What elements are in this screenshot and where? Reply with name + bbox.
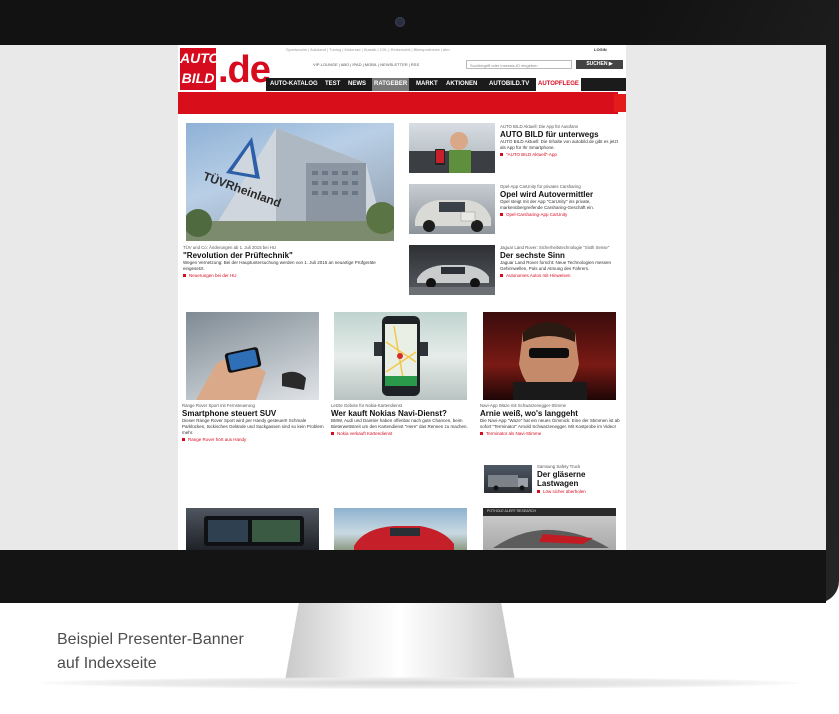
red-car-graphic [354,526,454,550]
camera-icon [395,17,405,27]
caption: Beispiel Presenter-Banner auf Indexseite [57,628,244,676]
monitor-screen: AUTO BILD .de Sportwoche | Autoland | Tu… [0,45,826,550]
nav-autobild-tv[interactable]: AUTOBILD.TV [489,78,529,91]
jaguar-car-graphic [409,265,495,295]
article-link[interactable]: Löw sicher überholen [537,489,623,495]
logo-de: .de [218,49,271,91]
main-nav: AUTO-KATALOG TEST NEWS RATGEBER MARKT AK… [266,78,626,91]
pothole-article-image[interactable]: POTHOLE ALERT RESEARCH [483,508,616,550]
article-link[interactable]: Opel-Carsharing-App CarUnity [500,212,624,218]
article-link[interactable]: "AUTO BILD Aktuell"-App [500,152,624,158]
article-link[interactable]: Terminator als Navi-Stimme [480,431,624,437]
terminator-graphic [513,322,587,400]
monitor-chin [0,550,826,603]
webpage: AUTO BILD .de Sportwoche | Autoland | Tu… [178,45,626,550]
article-teaser: Die Navi-App "Waze" hat ein neues Gimmic… [480,418,620,429]
article-link[interactable]: Nokia verkauft Kartendienst [331,431,473,437]
article-teaser: Dieser Range Rover Sport wird per Handy … [182,418,324,435]
app-article[interactable]: AUTO BILD Aktuell: Die App für Autofans … [500,124,624,158]
monitor-stand [285,603,515,681]
nav-ratgeber[interactable]: RATGEBER [372,78,410,91]
smartphone-map-graphic [374,316,428,396]
article-headline[interactable]: Wer kauft Nokias Navi-Dienst? [331,409,473,418]
caption-line-2: auf Indexseite [57,655,157,672]
opel-article[interactable]: Opel-App CarUnity für privates Carsharin… [500,184,624,218]
article-teaser: BMW, Audi und Daimler haben offenbar nac… [331,418,468,429]
arnie-article[interactable]: Navi-App Waze mit Schwarzenegger-Stimme … [480,403,624,437]
search-input[interactable]: Suchbegriff oder Inserats-ID eingeben [466,60,572,69]
article-headline[interactable]: Der sechste Sinn [500,251,624,260]
logo-auto-bild: AUTO BILD [180,48,219,90]
rangerover-article-image[interactable] [186,312,319,400]
article-headline[interactable]: Der gläserne Lastwagen [537,470,623,488]
article-link[interactable]: Neuerungen bei der HU [183,273,398,279]
jaguar-article-image[interactable] [409,245,495,295]
rangerover-article[interactable]: Range Rover Sport mit Fernsteuerung Smar… [182,403,324,443]
article-headline[interactable]: "Revolution der Prüftechnik" [183,251,398,260]
nokia-article[interactable]: Letzte Gebote für Nokia-Kartendienst Wer… [331,403,473,437]
nokia-article-image[interactable] [334,312,467,400]
nav-autopflege[interactable]: AUTOPFLEGE [536,78,581,91]
car-display-graphic [204,516,304,546]
login-link[interactable]: LOGIN [594,47,607,52]
article-link[interactable]: Autonomes Autos mit Hinweisen [500,273,624,279]
hand-with-phone-graphic [196,347,306,400]
nav-aktionen[interactable]: AKTIONEN [446,78,477,91]
service-links[interactable]: VIP-LOUNGE | ABO | IPAD | MOBIL | NEWSLE… [313,62,419,67]
pothole-image-text: POTHOLE ALERT RESEARCH [487,509,537,513]
article-headline[interactable]: Arnie weiß, wo's langgeht [480,409,624,418]
app-article-image[interactable] [409,123,495,173]
main-article-image[interactable]: TÜVRheinland [186,123,394,241]
article-headline[interactable]: Smartphone steuert SUV [182,409,324,418]
presenter-banner[interactable] [178,92,618,114]
article-teaser: Opel steigt mit der App "CarUnity" ins p… [500,199,595,210]
nav-test[interactable]: TEST [325,78,340,91]
truck-article-image[interactable] [484,465,532,493]
search-button[interactable]: SUCHEN ▶ [576,60,623,69]
caption-line-1: Beispiel Presenter-Banner [57,631,244,648]
presenter-banner-tail [614,94,626,112]
opel-car-graphic [415,200,491,232]
red-car-article-image[interactable] [334,508,467,550]
article-teaser: Jaguar Land Rover forscht: Neue Technolo… [500,260,611,271]
nav-auto-katalog[interactable]: AUTO-KATALOG [270,78,318,91]
article-link[interactable]: Range Rover hört aus Handy [182,437,324,443]
arnie-article-image[interactable] [483,312,616,400]
pothole-graphic [483,508,616,548]
article-teaser: AUTO BILD Aktuell: Die Inhalte von autob… [500,139,618,150]
main-article[interactable]: TÜV und Co: Änderungen ab 1. Juli 2015 b… [183,245,398,279]
article-teaser: Wegen Vernetzung: Bei der Hauptuntersuch… [183,260,376,271]
network-links[interactable]: Sportwoche | Autoland | Tuning | Motorra… [286,47,450,52]
article-headline[interactable]: Opel wird Autovermittler [500,190,624,199]
cockpit-article-image[interactable] [186,508,319,550]
nav-markt[interactable]: MARKT [416,78,438,91]
truck-article[interactable]: Samsung Safety Truck Der gläserne Lastwa… [537,464,623,495]
site-logo[interactable]: AUTO BILD .de [180,48,271,90]
nav-news[interactable]: NEWS [348,78,366,91]
monitor-base-shadow [40,677,800,689]
article-headline[interactable]: AUTO BILD für unterwegs [500,130,624,139]
truck-graphic [488,475,528,491]
jaguar-article[interactable]: Jaguar Land Rover: Sicherheitstechnologi… [500,245,624,279]
man-in-car-graphic [409,132,495,173]
opel-article-image[interactable] [409,184,495,234]
